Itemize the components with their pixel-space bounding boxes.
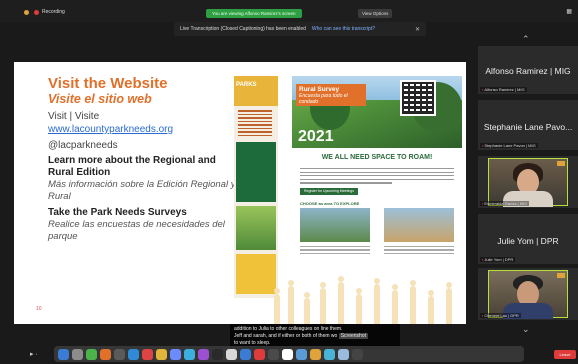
brochure-header xyxy=(234,76,278,106)
app-icon[interactable] xyxy=(268,348,279,360)
zoom-window: Recording You are viewing Alfonso Ramire… xyxy=(0,0,578,364)
shared-slide: Visit the Website Visite el sitio web Vi… xyxy=(14,62,466,324)
survey-card-photo xyxy=(300,208,370,242)
window-control-icon[interactable] xyxy=(24,9,29,15)
close-icon[interactable]: ✕ xyxy=(415,26,420,33)
learn-more-en: Learn more about the Regional and Rural … xyxy=(48,155,216,178)
qr-code-icon xyxy=(400,80,436,116)
recording-label: Recording xyxy=(42,9,65,15)
recording-indicator[interactable]: Recording xyxy=(24,9,65,15)
participant-label: ▪Stephanie Lane Pavon | MIG xyxy=(480,143,538,148)
survey-card-photo xyxy=(384,208,454,242)
social-handle: @lacparkneeds xyxy=(48,140,118,151)
app-icon[interactable] xyxy=(282,348,293,360)
notice-text: Live Transcription (Closed Captioning) h… xyxy=(180,26,306,32)
slide-title: Visit the Website xyxy=(48,75,168,92)
visit-line: Visit | Visite xyxy=(48,111,100,122)
participant-label: ▪Clement Lau | DPR xyxy=(480,313,521,318)
app-icon[interactable] xyxy=(184,348,195,360)
website-link[interactable]: www.lacountyparkneeds.org xyxy=(48,123,238,136)
caption-line: addition to Julia to other colleagues on… xyxy=(234,326,343,332)
survey-card-text xyxy=(384,246,454,256)
slide-title-spanish: Visite el sitio web xyxy=(48,92,152,106)
participant-video xyxy=(488,158,568,207)
app-icon[interactable] xyxy=(128,348,139,360)
survey-heading: WE ALL NEED SPACE TO ROAM! xyxy=(321,154,433,161)
app-icon[interactable] xyxy=(296,348,307,360)
app-icon[interactable] xyxy=(170,348,181,360)
app-icon[interactable] xyxy=(226,348,237,360)
chevron-down-icon[interactable]: ⌄ xyxy=(522,324,530,335)
brochure-green-block xyxy=(236,142,276,202)
app-icon[interactable] xyxy=(212,348,223,360)
app-icon[interactable] xyxy=(142,348,153,360)
transcript-visibility-link[interactable]: Who can see this transcript? xyxy=(312,26,375,32)
recording-dot-icon xyxy=(34,9,39,15)
learn-more-es: Más información sobre la Edición Regiona… xyxy=(48,179,236,202)
app-icon[interactable] xyxy=(198,348,209,360)
survey-card-text xyxy=(300,246,370,256)
brochure-title: PARKS xyxy=(236,82,257,88)
app-icon[interactable] xyxy=(352,348,363,360)
survey-choose-label: CHOOSE an area TO EXPLORE xyxy=(300,201,360,206)
survey-title-box: Rural Survey Encuesta para todo el conda… xyxy=(296,84,366,106)
survey-paragraph xyxy=(300,168,454,186)
app-icon[interactable] xyxy=(338,348,349,360)
video-badge xyxy=(557,273,565,278)
app-icon[interactable] xyxy=(86,348,97,360)
participant-tile[interactable]: Stephanie Lane Pavo... ▪Stephanie Lane P… xyxy=(478,100,578,150)
participant-label: ▪Julie Yom | DPR xyxy=(480,257,516,262)
transcription-notice: Live Transcription (Closed Captioning) h… xyxy=(174,22,426,36)
leave-button[interactable]: Leave xyxy=(554,350,576,359)
app-icon[interactable] xyxy=(156,348,167,360)
participant-label: ▪Esmeralda Garcia | MIG xyxy=(480,201,530,206)
participant-tile[interactable]: Alfonso Ramirez | MIG ▪Alfonso Ramirez |… xyxy=(478,46,578,94)
video-badge xyxy=(557,161,565,166)
slide-number: 10 xyxy=(36,306,42,312)
app-icon[interactable] xyxy=(240,348,251,360)
app-icon[interactable] xyxy=(72,348,83,360)
survey-register-button: Register for Upcoming Meetings xyxy=(300,188,358,195)
screen-share-banner: You are viewing Alfonso Ramirez's screen xyxy=(206,9,302,18)
macos-dock xyxy=(54,346,524,362)
participant-tile[interactable]: ▪Esmeralda Garcia | MIG xyxy=(478,156,578,208)
screenshot-label[interactable]: Screenshot xyxy=(338,333,368,339)
app-icon[interactable] xyxy=(310,348,321,360)
take-survey-en: Take the Park Needs Surveys xyxy=(48,207,187,218)
participant-video xyxy=(488,270,568,319)
survey-title: Rural Survey xyxy=(299,86,340,93)
app-icon[interactable] xyxy=(100,348,111,360)
survey-hero-photo: Rural Survey Encuesta para todo el conda… xyxy=(292,76,462,148)
walkers-illustration xyxy=(264,270,464,324)
brochure-photo xyxy=(236,206,276,250)
survey-webpage-image: Rural Survey Encuesta para todo el conda… xyxy=(292,76,462,298)
brochure-text xyxy=(238,110,272,138)
survey-subtitle: Encuesta para todo el condado xyxy=(299,93,348,105)
brochure-image: PARKS xyxy=(234,76,278,298)
participant-name: Julie Yom | DPR xyxy=(497,236,559,246)
app-icon[interactable] xyxy=(324,348,335,360)
participant-label: ▪Alfonso Ramirez | MIG xyxy=(480,87,527,92)
participant-name: Stephanie Lane Pavo... xyxy=(483,122,573,132)
app-icon[interactable] xyxy=(58,348,69,360)
participant-panel: ⌃ Alfonso Ramirez | MIG ▪Alfonso Ramirez… xyxy=(478,34,578,336)
participant-tile[interactable]: Julie Yom | DPR ▪Julie Yom | DPR xyxy=(478,214,578,264)
take-survey-es: Realice las encuestas de necesidades del… xyxy=(48,219,225,242)
slide-text-column: Visit the Website Visite el sitio web Vi… xyxy=(48,76,238,247)
app-icon[interactable] xyxy=(114,348,125,360)
survey-year: 2021 xyxy=(298,128,334,145)
chevron-up-icon[interactable]: ⌃ xyxy=(522,34,530,45)
participant-tile[interactable]: ▪Clement Lau | DPR xyxy=(478,268,578,320)
participant-name: Alfonso Ramirez | MIG xyxy=(485,66,571,76)
caption-line: Jeff and sarah, and if either or both of… xyxy=(234,333,368,339)
dock-left-icon[interactable]: ▸ · xyxy=(30,350,38,358)
grid-view-icon[interactable]: ▦ xyxy=(566,8,572,15)
app-icon[interactable] xyxy=(254,348,265,360)
view-options-button[interactable]: View Options xyxy=(358,9,393,18)
meeting-top-bar: Recording You are viewing Alfonso Ramire… xyxy=(0,0,578,22)
